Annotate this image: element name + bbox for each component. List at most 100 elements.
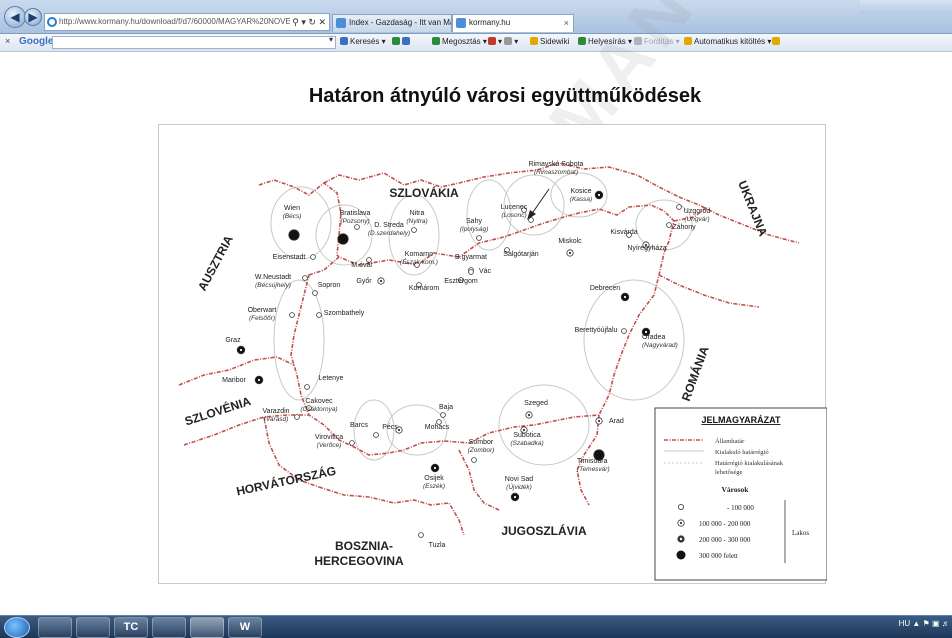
chevron-down-icon: ▾ — [328, 35, 333, 44]
city-marker: Kisvárda — [610, 229, 638, 238]
city-label: Berettyóújfalu — [575, 327, 618, 334]
forward-button[interactable]: ▶ — [24, 8, 42, 26]
tab-label: Index - Gazdaság - Itt van Mat... — [349, 18, 452, 27]
city-marker: Sopron — [312, 282, 340, 296]
legend-pop-label: Lakos — [792, 529, 809, 537]
city-label: Letenye — [319, 375, 344, 382]
country-label: HERCEGOVINA — [314, 554, 404, 568]
forward-arrow-icon: ▶ — [28, 10, 38, 24]
city-marker: Szeged — [524, 400, 548, 419]
toolbar-close-icon[interactable]: × — [5, 36, 10, 46]
city-label: M.óvár — [351, 262, 373, 269]
google-logo: Google — [19, 36, 54, 47]
city-label: Salgótarján — [503, 251, 539, 258]
city-marker: Pécs — [382, 424, 403, 434]
toolbar-share-button[interactable]: Megosztás ▾ — [432, 37, 487, 46]
tab-close-icon[interactable]: × — [564, 15, 569, 31]
city-marker: Tuzla — [418, 532, 446, 549]
city-label: Vác — [479, 268, 492, 275]
city-marker: Debrecen — [590, 285, 630, 302]
taskbar-ie[interactable] — [190, 617, 224, 638]
city-label: Nitra — [410, 210, 425, 217]
city-marker: W.Neustadt(Bécsújhely) — [255, 274, 308, 289]
city-label: Mohács — [425, 424, 450, 431]
tab-label: kormany.hu — [469, 18, 511, 27]
city-alt-label: (Bécs) — [283, 213, 302, 220]
city-label: Uzgorod — [684, 208, 711, 215]
toolbar-pencil-button[interactable] — [772, 37, 782, 46]
menu-icon — [504, 37, 513, 45]
city-label: Kisvárda — [610, 229, 637, 236]
city-label: Novi Sad — [505, 476, 534, 483]
toolbar-search-button[interactable]: Keresés ▾ — [340, 37, 386, 46]
city-alt-label: (Észak.kom.) — [400, 257, 438, 266]
toolbar-share-label: Megosztás ▾ — [442, 37, 487, 46]
city-label: Osijek — [424, 475, 444, 482]
taskbar-media[interactable] — [76, 617, 110, 638]
city-alt-label: (D.szerdahely) — [368, 230, 410, 237]
toolbar-blocker-button[interactable]: ▾ ▾ — [488, 37, 518, 46]
window-caption-buttons[interactable] — [860, 0, 952, 14]
toolbar-maps-button[interactable] — [392, 37, 412, 46]
system-tray[interactable]: HU ▲ ⚑ ▣ ♬ — [899, 619, 952, 628]
city-label: Komarno — [405, 251, 434, 258]
city-label: Baja — [439, 404, 453, 411]
city-alt-label: (Nyitra) — [406, 218, 427, 225]
city-label: Rimavská Sobota — [529, 161, 584, 168]
taskbar-explorer[interactable] — [38, 617, 72, 638]
back-button[interactable]: ◀ — [4, 6, 26, 28]
city-label: Sombor — [469, 439, 494, 446]
start-button[interactable] — [4, 617, 30, 638]
city-marker: Arad — [595, 417, 624, 425]
country-label: UKRAJNA — [735, 179, 770, 239]
city-marker: Virovitica(Verőce) — [315, 434, 355, 449]
taskbar-word[interactable]: W — [228, 617, 262, 638]
address-tools[interactable]: ⚲ ▾ ↻ ✕ — [290, 14, 326, 30]
country-label: SZLOVÁKIA — [389, 185, 459, 200]
browser-titlebar: ◀ ▶ http://www.kormany.hu/download/f/d7/… — [0, 0, 952, 34]
city-marker: Oradea(Nagyvárad) — [641, 327, 678, 349]
ie-page-icon — [47, 17, 57, 27]
city-marker: Komárom — [409, 282, 439, 292]
country-label: JUGOSZLÁVIA — [501, 523, 587, 538]
city-label: Pécs — [382, 424, 398, 431]
tab-kormany[interactable]: kormany.hu × — [452, 14, 574, 32]
city-alt-label: (Eszék) — [423, 483, 445, 490]
google-search-input[interactable]: ▾ — [52, 35, 336, 49]
city-alt-label: (Verőce) — [317, 442, 342, 449]
city-alt-label: (Ungvár) — [684, 216, 709, 223]
city-marker: Sahy(Ipolyság) — [460, 218, 488, 241]
city-label: Győr — [356, 278, 372, 285]
city-marker: Nyíregyháza — [627, 241, 667, 252]
tab-index[interactable]: Index - Gazdaság - Itt van Mat... — [332, 14, 452, 32]
city-alt-label: (Kassa) — [570, 196, 592, 203]
city-alt-label: (Rimaszombat) — [534, 169, 578, 176]
city-label: Graz — [225, 337, 241, 344]
region-outlines — [270, 172, 693, 466]
legend-size-3: 200 000 - 300 000 — [699, 536, 751, 544]
country-label: AUSZTRIA — [195, 233, 236, 293]
toolbar-autofill-button[interactable]: Automatikus kitöltés ▾ — [684, 37, 771, 46]
taskbar-app4[interactable] — [152, 617, 186, 638]
sidewiki-icon — [530, 37, 538, 45]
city-label: Tuzla — [429, 542, 446, 549]
city-label: Szeged — [524, 400, 548, 407]
city-marker: Letenye — [304, 375, 344, 390]
city-label: Varazdin — [262, 408, 289, 415]
city-label: Záhony — [672, 224, 696, 231]
search-icon: ⚲ — [292, 17, 299, 27]
city-alt-label: (Csáktornya) — [300, 406, 337, 413]
legend-possible-2: lehetősége — [715, 469, 743, 476]
city-alt-label: (Varasd) — [264, 416, 289, 423]
address-bar[interactable]: http://www.kormany.hu/download/f/d7/6000… — [44, 13, 330, 31]
city-label: Esztergom — [444, 278, 478, 285]
map-svg: SZLOVÁKIA UKRAJNAAUSZTRIAROMÁNIASZLOVÉNIA… — [178, 161, 827, 581]
taskbar-totalcmd[interactable]: TC — [114, 617, 148, 638]
city-alt-label: (Újvidék) — [506, 482, 532, 491]
total-commander-icon: TC — [123, 621, 139, 633]
legend-possible-1: Határrégió kialakulásának — [715, 460, 784, 467]
city-alt-label: (Pozsony) — [340, 218, 369, 225]
city-label: Oberwart — [248, 307, 277, 314]
city-marker: Szombathely — [316, 310, 365, 318]
toolbar-sidewiki-button[interactable]: Sidewiki — [530, 37, 569, 46]
